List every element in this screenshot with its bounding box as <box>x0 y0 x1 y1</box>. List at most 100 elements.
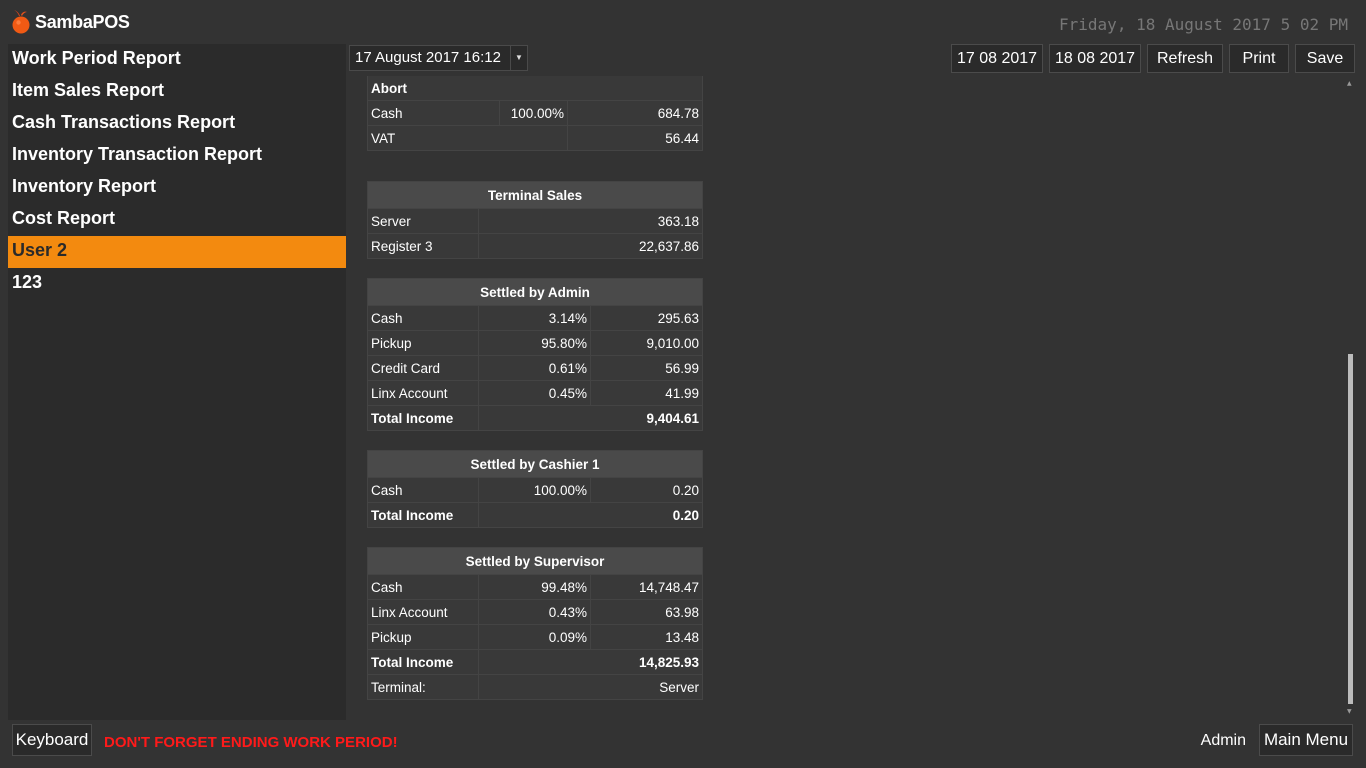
report-view: Abort Cash 100.00% 684.78 VAT 56.44 Term… <box>346 76 1336 720</box>
scroll-thumb[interactable] <box>1348 354 1353 704</box>
row-value: 41.99 <box>589 380 704 406</box>
section-title: Settled by Cashier 1 <box>366 450 704 478</box>
sidebar-item-user-2[interactable]: User 2 <box>8 236 346 268</box>
row-value: 56.44 <box>566 125 704 151</box>
settled-by-supervisor-table: Settled by Supervisor Cash 99.48% 14,748… <box>367 547 703 700</box>
row-value: 0.20 <box>589 477 704 503</box>
chevron-down-icon[interactable]: ▼ <box>510 46 527 70</box>
row-label: Pickup <box>367 624 479 650</box>
row-percent: 0.43% <box>478 599 591 625</box>
row-label: Pickup <box>367 330 479 356</box>
report-scrollbar[interactable]: ▲ ▼ <box>1346 76 1354 720</box>
sidebar-item-inventory-transaction-report[interactable]: Inventory Transaction Report <box>8 140 346 172</box>
sidebar-item-item-sales-report[interactable]: Item Sales Report <box>8 76 346 108</box>
row-value: 363.18 <box>477 208 704 234</box>
section-title: Abort <box>366 76 704 101</box>
table-row: Abort <box>366 76 704 101</box>
table-row: Cash 99.48% 14,748.47 <box>367 574 703 600</box>
row-label: Cash <box>367 305 479 331</box>
row-percent: 100.00% <box>499 100 568 126</box>
row-percent: 100.00% <box>478 477 591 503</box>
row-label: Credit Card <box>367 355 479 381</box>
refresh-button[interactable]: Refresh <box>1147 44 1223 73</box>
settled-by-cashier-table: Settled by Cashier 1 Cash 100.00% 0.20 T… <box>366 450 704 528</box>
table-row: Register 3 22,637.86 <box>367 233 704 259</box>
scroll-down-icon[interactable]: ▼ <box>1347 708 1352 715</box>
section-title: Settled by Supervisor <box>367 547 703 575</box>
row-percent: 0.09% <box>478 624 591 650</box>
work-period-warning: DON'T FORGET ENDING WORK PERIOD! <box>104 734 398 751</box>
table-row: Total Income 9,404.61 <box>367 405 704 431</box>
table-row: Total Income 0.20 <box>367 502 704 528</box>
print-button[interactable]: Print <box>1229 44 1289 73</box>
table-row: Linx Account 0.45% 41.99 <box>367 380 704 406</box>
scroll-up-icon[interactable]: ▲ <box>1347 80 1352 87</box>
row-value: 9,010.00 <box>589 330 704 356</box>
table-row: Pickup 0.09% 13.48 <box>367 624 703 650</box>
work-period-select[interactable]: 17 August 2017 16:12 ▼ <box>349 45 528 71</box>
row-value: 684.78 <box>566 100 704 126</box>
table-row: Linx Account 0.43% 63.98 <box>367 599 703 625</box>
app-name: SambaPOS <box>35 11 130 32</box>
row-label: VAT <box>367 125 568 151</box>
section-title: Terminal Sales <box>366 181 704 209</box>
settled-by-admin-table: Settled by Admin Cash 3.14% 295.63 Picku… <box>366 278 704 431</box>
table-row: Cash 3.14% 295.63 <box>367 305 704 331</box>
terminal-value: Server <box>478 674 703 700</box>
start-date-button[interactable]: 17 08 2017 <box>951 44 1043 73</box>
row-percent: 0.45% <box>478 380 591 406</box>
row-label: Cash <box>367 477 479 503</box>
table-row: VAT 56.44 <box>367 125 704 151</box>
sidebar-item-123[interactable]: 123 <box>8 268 346 300</box>
save-button[interactable]: Save <box>1295 44 1355 73</box>
total-value: 14,825.93 <box>478 649 703 675</box>
orange-fruit-icon <box>12 10 30 34</box>
row-percent: 3.14% <box>478 305 591 331</box>
sidebar-item-inventory-report[interactable]: Inventory Report <box>8 172 346 204</box>
table-row: Credit Card 0.61% 56.99 <box>367 355 704 381</box>
row-percent: 95.80% <box>478 330 591 356</box>
row-value: 295.63 <box>589 305 704 331</box>
row-percent: 99.48% <box>478 574 591 600</box>
terminal-sales-table: Terminal Sales Server 363.18 Register 3 … <box>366 181 704 259</box>
terminal-label: Terminal: <box>367 674 479 700</box>
row-label: Register 3 <box>367 233 479 259</box>
bottom-bar: Keyboard DON'T FORGET ENDING WORK PERIOD… <box>0 720 1366 768</box>
row-value: 13.48 <box>590 624 703 650</box>
row-value: 22,637.86 <box>477 233 704 259</box>
app-logo: SambaPOS <box>10 10 130 34</box>
section-title: Settled by Admin <box>366 278 704 306</box>
total-label: Total Income <box>367 502 479 528</box>
end-date-button[interactable]: 18 08 2017 <box>1049 44 1141 73</box>
row-label: Cash <box>367 100 500 126</box>
total-value: 0.20 <box>477 502 704 528</box>
clock: Friday, 18 August 2017 5 02 PM <box>1059 15 1348 34</box>
row-label: Cash <box>367 574 479 600</box>
logged-in-user: Admin <box>1200 732 1246 749</box>
table-row: Total Income 14,825.93 <box>367 649 703 675</box>
sidebar-item-cash-transactions-report[interactable]: Cash Transactions Report <box>8 108 346 140</box>
row-percent: 0.61% <box>478 355 591 381</box>
row-label: Linx Account <box>367 599 479 625</box>
work-period-select-value: 17 August 2017 16:12 <box>355 49 501 66</box>
table-row: Cash 100.00% 0.20 <box>367 477 704 503</box>
sidebar-item-cost-report[interactable]: Cost Report <box>8 204 346 236</box>
keyboard-button[interactable]: Keyboard <box>12 724 92 756</box>
abort-table: Abort Cash 100.00% 684.78 VAT 56.44 <box>366 76 704 151</box>
table-row: Pickup 95.80% 9,010.00 <box>367 330 704 356</box>
total-value: 9,404.61 <box>477 405 704 431</box>
report-list-sidebar: Work Period Report Item Sales Report Cas… <box>8 44 346 720</box>
table-row: Terminal: Server <box>367 674 703 700</box>
row-value: 56.99 <box>589 355 704 381</box>
sidebar-item-work-period-report[interactable]: Work Period Report <box>8 44 346 76</box>
row-label: Linx Account <box>367 380 479 406</box>
top-bar: SambaPOS Friday, 18 August 2017 5 02 PM <box>0 0 1366 44</box>
row-value: 14,748.47 <box>590 574 703 600</box>
main-menu-button[interactable]: Main Menu <box>1259 724 1353 756</box>
table-row: Cash 100.00% 684.78 <box>367 100 704 126</box>
total-label: Total Income <box>367 405 479 431</box>
row-value: 63.98 <box>590 599 703 625</box>
total-label: Total Income <box>367 649 479 675</box>
table-row: Server 363.18 <box>367 208 704 234</box>
row-label: Server <box>367 208 479 234</box>
